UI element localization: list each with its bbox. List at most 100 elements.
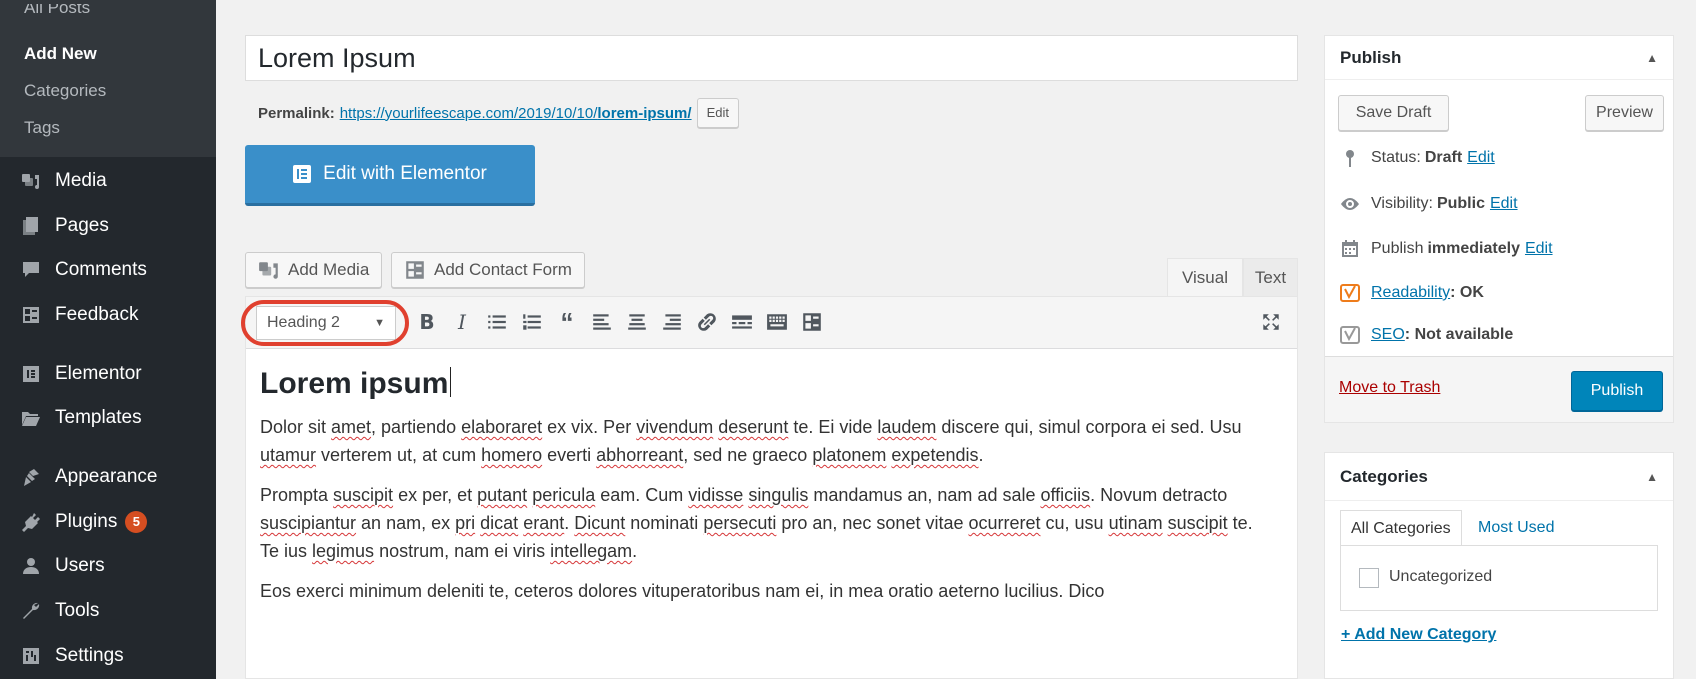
- sidebar-item-settings[interactable]: Settings: [0, 636, 216, 676]
- content-heading-text: Lorem ipsum: [260, 367, 449, 400]
- sidebar-item-feedback[interactable]: Feedback: [0, 295, 216, 335]
- content-paragraph-3[interactable]: Eos exerci minimum deleniti te, ceteros …: [260, 577, 1270, 605]
- content-heading[interactable]: Lorem ipsum: [260, 367, 1270, 401]
- misspelled-word[interactable]: erant: [523, 513, 564, 533]
- tab-text[interactable]: Text: [1243, 258, 1298, 296]
- preview-button[interactable]: Preview: [1585, 95, 1664, 131]
- publish-box-header[interactable]: Publish ▲: [1325, 36, 1673, 80]
- misspelled-word[interactable]: laudem: [877, 417, 936, 437]
- readability-link[interactable]: Readability: [1371, 284, 1450, 302]
- misspelled-word[interactable]: utamur: [260, 445, 316, 465]
- add-contact-form-label: Add Contact Form: [434, 260, 572, 279]
- misspelled-word[interactable]: deserunt: [718, 417, 788, 437]
- add-media-button[interactable]: Add Media: [245, 252, 383, 288]
- publish-schedule-edit-link[interactable]: Edit: [1525, 240, 1553, 258]
- misspelled-word[interactable]: legimus: [312, 541, 374, 561]
- misspelled-word[interactable]: suscipit: [1168, 513, 1228, 533]
- sidebar-item-pages[interactable]: Pages: [0, 206, 216, 246]
- misspelled-word[interactable]: elaboraret: [461, 417, 542, 437]
- add-contact-form-button[interactable]: Add Contact Form: [391, 252, 585, 288]
- misspelled-word[interactable]: persecuti: [703, 513, 776, 533]
- misspelled-word[interactable]: ocurreret: [968, 513, 1040, 533]
- misspelled-word[interactable]: intellegam: [550, 541, 632, 561]
- save-draft-button[interactable]: Save Draft: [1338, 95, 1449, 131]
- publish-button[interactable]: Publish: [1571, 371, 1663, 411]
- misspelled-word[interactable]: vidisse: [688, 485, 743, 505]
- settings-icon: [20, 645, 42, 667]
- tab-all-categories[interactable]: All Categories: [1340, 510, 1462, 546]
- sidebar-item-appearance[interactable]: Appearance: [0, 457, 216, 497]
- sidebar-item-plugins[interactable]: Plugins 5: [0, 502, 216, 542]
- align-center-icon[interactable]: [624, 309, 650, 335]
- editor-content[interactable]: Lorem ipsum Dolor sit amet, partiendo el…: [260, 357, 1270, 617]
- permalink-label: Permalink:: [258, 104, 335, 122]
- categories-box-header[interactable]: Categories ▲: [1325, 453, 1673, 501]
- content-paragraph-1[interactable]: Dolor sit amet, partiendo elaboraret ex …: [260, 413, 1270, 469]
- misspelled-word[interactable]: amet: [331, 417, 371, 437]
- submenu-add-new[interactable]: Add New: [24, 44, 97, 64]
- align-left-icon[interactable]: [589, 309, 615, 335]
- edit-with-elementor-button[interactable]: Edit with Elementor: [245, 145, 535, 206]
- misspelled-word[interactable]: Dicunt: [574, 513, 625, 533]
- misspelled-word[interactable]: putant: [477, 485, 527, 505]
- pages-icon: [20, 215, 42, 237]
- format-select[interactable]: Heading 2 ▼: [256, 306, 396, 340]
- sidebar-item-templates[interactable]: Templates: [0, 398, 216, 438]
- misspelled-word[interactable]: abhorreant: [596, 445, 683, 465]
- misspelled-word[interactable]: pri: [455, 513, 475, 533]
- misspelled-word[interactable]: singulis: [748, 485, 808, 505]
- seo-link[interactable]: SEO: [1371, 326, 1405, 344]
- misspelled-word[interactable]: expetendis: [891, 445, 978, 465]
- misspelled-word[interactable]: dicat: [480, 513, 518, 533]
- insert-form-icon[interactable]: [799, 309, 825, 335]
- toolbar-toggle-icon[interactable]: [764, 309, 790, 335]
- move-to-trash-link[interactable]: Move to Trash: [1339, 379, 1440, 397]
- misspelled-word[interactable]: suscipit: [333, 485, 393, 505]
- tab-visual[interactable]: Visual: [1167, 258, 1243, 296]
- misspelled-word[interactable]: pericula: [532, 485, 595, 505]
- post-title-input[interactable]: Lorem Ipsum: [245, 35, 1298, 81]
- submenu-categories[interactable]: Categories: [24, 81, 106, 101]
- read-more-icon[interactable]: [729, 309, 755, 335]
- bold-icon[interactable]: B: [414, 309, 440, 335]
- status-edit-link[interactable]: Edit: [1467, 149, 1495, 167]
- submenu-all-posts[interactable]: All Posts: [24, 4, 90, 18]
- italic-icon[interactable]: I: [449, 309, 475, 335]
- publish-schedule-row: Publish immediately Edit: [1339, 238, 1553, 260]
- sidebar-item-label: Feedback: [55, 304, 139, 325]
- sidebar-item-elementor[interactable]: Elementor: [0, 354, 216, 394]
- permalink-link[interactable]: https://yourlifeescape.com/2019/10/10/lo…: [340, 105, 692, 122]
- misspelled-word[interactable]: platonem: [812, 445, 886, 465]
- sidebar-item-tools[interactable]: Tools: [0, 591, 216, 631]
- fullscreen-icon[interactable]: [1258, 309, 1284, 335]
- align-right-icon[interactable]: [659, 309, 685, 335]
- misspelled-word[interactable]: suscipiantur: [260, 513, 356, 533]
- submenu-tags[interactable]: Tags: [24, 118, 60, 138]
- misspelled-word[interactable]: utinam: [1109, 513, 1163, 533]
- misspelled-word[interactable]: officiis: [1040, 485, 1090, 505]
- feedback-icon: [20, 304, 42, 326]
- misspelled-word[interactable]: homero: [481, 445, 542, 465]
- media-icon: [259, 262, 278, 279]
- sidebar-item-users[interactable]: Users: [0, 546, 216, 586]
- category-checkbox[interactable]: [1359, 568, 1379, 588]
- yoast-readability-icon: [1339, 282, 1361, 304]
- visibility-edit-link[interactable]: Edit: [1490, 195, 1518, 213]
- sidebar-item-label: Elementor: [55, 363, 142, 384]
- link-icon[interactable]: [694, 309, 720, 335]
- blockquote-icon[interactable]: “: [554, 307, 580, 337]
- content-editor[interactable]: Heading 2 ▼ B I “ Lorem ipsum Dolor sit …: [245, 296, 1298, 679]
- bullet-list-icon[interactable]: [484, 309, 510, 335]
- text-cursor: [450, 367, 452, 397]
- content-paragraph-2[interactable]: Prompta suscipit ex per, et putant peric…: [260, 481, 1270, 565]
- collapse-up-icon[interactable]: ▲: [1646, 470, 1658, 484]
- visibility-label: Visibility:: [1371, 195, 1433, 212]
- permalink-edit-button[interactable]: Edit: [696, 98, 739, 128]
- collapse-up-icon[interactable]: ▲: [1646, 51, 1658, 65]
- numbered-list-icon[interactable]: [519, 309, 545, 335]
- add-new-category-link[interactable]: + Add New Category: [1341, 626, 1496, 644]
- tab-most-used[interactable]: Most Used: [1468, 510, 1564, 546]
- misspelled-word[interactable]: vivendum: [636, 417, 713, 437]
- sidebar-item-comments[interactable]: Comments: [0, 250, 216, 290]
- sidebar-item-media[interactable]: Media: [0, 161, 216, 201]
